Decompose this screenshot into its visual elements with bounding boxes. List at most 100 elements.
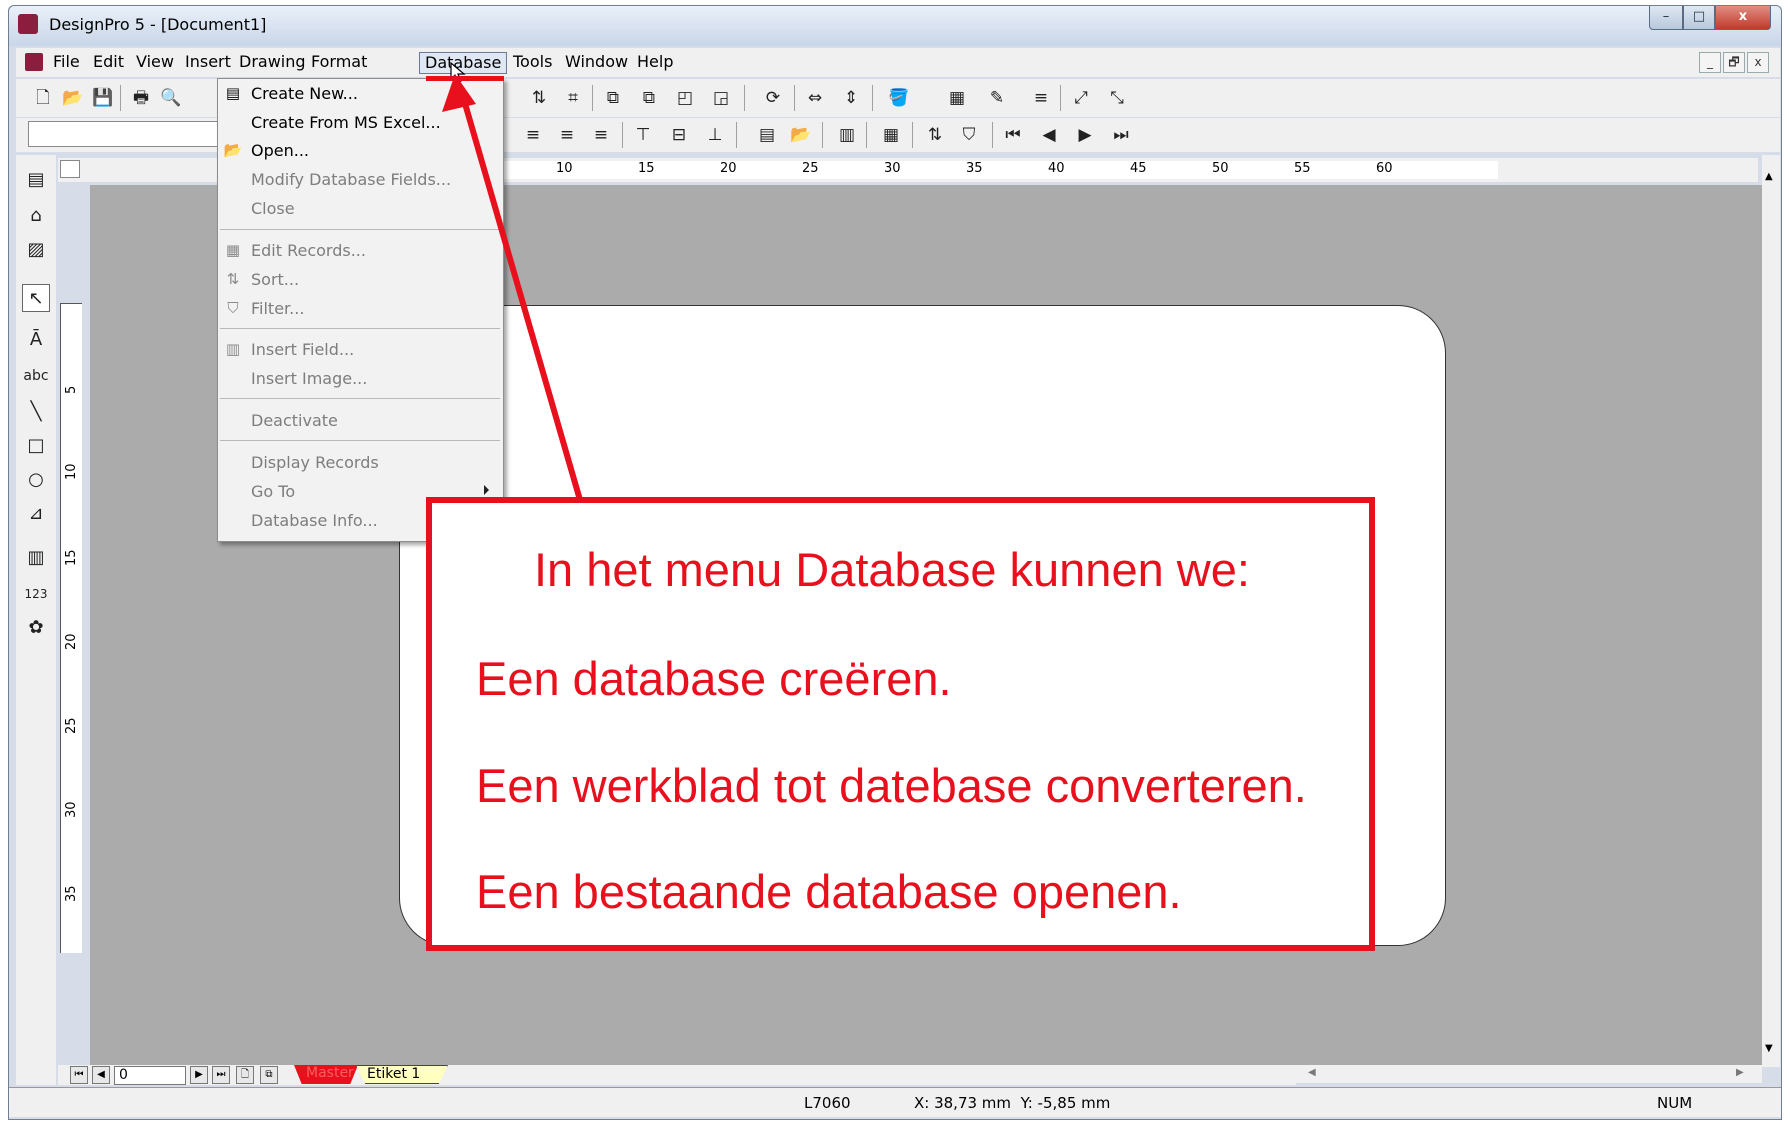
open-database-icon[interactable]: 📂 — [788, 122, 814, 148]
numbering-tool-icon[interactable]: 123 — [22, 580, 50, 608]
menu-item-create-from-excel[interactable]: Create From MS Excel... — [251, 111, 441, 135]
tab-master[interactable]: Master — [294, 1065, 358, 1084]
scroll-right-icon[interactable]: ▶ — [1736, 1067, 1744, 1078]
pattern-icon[interactable]: ▦ — [944, 85, 970, 111]
page-number-field[interactable]: 0 — [114, 1066, 186, 1085]
image-icon[interactable]: ▨ — [22, 236, 50, 264]
menu-item-sort[interactable]: Sort... — [251, 268, 299, 292]
maximize-button[interactable]: □ — [1683, 6, 1715, 30]
new-document-icon[interactable]: 🗋 — [30, 85, 56, 111]
scroll-up-icon[interactable]: ▲ — [1765, 171, 1773, 182]
menu-edit[interactable]: Edit — [88, 52, 129, 74]
menu-item-open[interactable]: Open... — [251, 139, 309, 163]
filter-icon[interactable]: ⛉ — [956, 122, 982, 148]
horizontal-scrollbar[interactable]: ◀ ▶ — [1296, 1065, 1762, 1083]
ungroup-icon[interactable]: ⧉ — [636, 85, 662, 111]
print-icon[interactable]: 🖶 — [128, 85, 154, 111]
previous-page-button[interactable]: ◀ — [92, 1066, 110, 1084]
filter-icon: ⛉ — [227, 299, 239, 317]
align-top-icon[interactable]: ⊤ — [630, 122, 656, 148]
print-preview-icon[interactable]: 🔍 — [158, 85, 184, 111]
save-icon[interactable]: 💾 — [90, 85, 116, 111]
ruler-label: 15 — [64, 549, 79, 566]
insert-field-icon[interactable]: ▥ — [834, 122, 860, 148]
fit-icon[interactable]: ⤡ — [1104, 85, 1130, 111]
ruler-label: 10 — [64, 463, 79, 480]
vertical-ruler — [60, 303, 82, 953]
open-folder-icon: 📂 — [223, 141, 243, 159]
tab-etiket-1[interactable]: Etiket 1 — [356, 1065, 448, 1084]
flip-horizontal-icon[interactable]: ⇔ — [802, 85, 828, 111]
send-backward-icon[interactable]: ◲ — [708, 85, 734, 111]
last-page-button[interactable]: ⏭ — [212, 1066, 230, 1084]
menu-drawing[interactable]: Drawing — [234, 52, 311, 74]
house-icon[interactable]: ⌂ — [22, 202, 50, 230]
mdi-close-button[interactable]: x — [1747, 52, 1769, 73]
menu-view[interactable]: View — [131, 52, 179, 74]
line-style-icon[interactable]: ≡ — [1028, 85, 1054, 111]
line-color-icon[interactable]: ✎ — [984, 85, 1010, 111]
insert-field-icon: ▥ — [225, 340, 241, 358]
first-record-icon[interactable]: ⏮ — [1000, 122, 1026, 148]
create-database-icon[interactable]: ▤ — [754, 122, 780, 148]
line-tool-icon[interactable]: ╲ — [22, 398, 50, 426]
toolbar-separator — [1060, 85, 1061, 111]
mdi-minimize-button[interactable]: _ — [1699, 52, 1721, 73]
scroll-down-icon[interactable]: ▼ — [1765, 1043, 1773, 1054]
copy-page-button[interactable]: ⧉ — [260, 1066, 278, 1084]
menu-item-display-records[interactable]: Display Records — [251, 451, 379, 475]
mdi-restore-button[interactable]: 🗗 — [1723, 52, 1745, 73]
menu-item-filter[interactable]: Filter... — [251, 297, 304, 321]
ellipse-tool-icon[interactable]: ○ — [22, 466, 50, 494]
rectangle-tool-icon[interactable]: □ — [22, 432, 50, 460]
clipart-tool-icon[interactable]: ✿ — [22, 614, 50, 642]
menu-insert[interactable]: Insert — [180, 52, 236, 74]
minimize-button[interactable]: – — [1649, 6, 1683, 30]
add-page-button[interactable]: 🗋 — [236, 1066, 254, 1084]
pointer-icon[interactable]: ↖ — [22, 284, 50, 312]
close-button[interactable]: x — [1715, 6, 1771, 30]
ruler-label: 30 — [884, 161, 901, 176]
next-record-icon[interactable]: ▶ — [1072, 122, 1098, 148]
bring-forward-icon[interactable]: ◰ — [672, 85, 698, 111]
open-file-icon[interactable]: 📂 — [60, 85, 86, 111]
menu-help[interactable]: Help — [632, 52, 678, 74]
previous-record-icon[interactable]: ◀ — [1036, 122, 1062, 148]
menu-item-go-to[interactable]: Go To — [251, 480, 295, 504]
menu-item-insert-field[interactable]: Insert Field... — [251, 338, 354, 362]
font-combo[interactable] — [28, 121, 218, 147]
ruler-label: 40 — [1048, 161, 1065, 176]
toolbar-separator — [866, 122, 867, 148]
edit-records-icon[interactable]: ▦ — [878, 122, 904, 148]
menu-file[interactable]: File — [48, 52, 85, 74]
flip-vertical-icon[interactable]: ⇕ — [838, 85, 864, 111]
menu-item-edit-records[interactable]: Edit Records... — [251, 239, 366, 263]
title-bar[interactable]: DesignPro 5 - [Document1] – □ x — [9, 6, 1781, 46]
next-page-button[interactable]: ▶ — [190, 1066, 208, 1084]
status-coordinates: X: 38,73 mm Y: -5,85 mm — [914, 1094, 1111, 1112]
text-box-icon[interactable]: Ā — [22, 326, 50, 354]
vertical-scrollbar[interactable]: ▲ ▼ — [1762, 155, 1780, 1067]
last-record-icon[interactable]: ⏭ — [1108, 122, 1134, 148]
menu-item-close[interactable]: Close — [251, 197, 295, 221]
resize-icon[interactable]: ⤢ — [1068, 85, 1094, 111]
menu-item-create-new[interactable]: Create New... — [251, 82, 358, 106]
menu-format[interactable]: Format — [306, 52, 372, 74]
layout-icon[interactable]: ▤ — [22, 166, 50, 194]
sort-icon[interactable]: ⇅ — [922, 122, 948, 148]
menu-item-database-info[interactable]: Database Info... — [251, 509, 378, 533]
rotate-icon[interactable]: ⟳ — [760, 85, 786, 111]
status-num-lock: NUM — [1657, 1094, 1693, 1112]
menu-item-deactivate[interactable]: Deactivate — [251, 409, 338, 433]
menu-item-modify-fields[interactable]: Modify Database Fields... — [251, 168, 451, 192]
align-middle-icon[interactable]: ⊟ — [666, 122, 692, 148]
barcode-tool-icon[interactable]: ▥ — [22, 544, 50, 572]
menu-item-insert-image[interactable]: Insert Image... — [251, 367, 367, 391]
align-bottom-icon[interactable]: ⊥ — [702, 122, 728, 148]
first-page-button[interactable]: ⏮ — [70, 1066, 88, 1084]
scroll-left-icon[interactable]: ◀ — [1308, 1067, 1316, 1078]
polygon-tool-icon[interactable]: ⊿ — [22, 500, 50, 528]
group-icon[interactable]: ⧉ — [600, 85, 626, 111]
curved-text-icon[interactable]: abc — [22, 362, 50, 390]
fill-color-icon[interactable]: 🪣 — [886, 85, 912, 111]
